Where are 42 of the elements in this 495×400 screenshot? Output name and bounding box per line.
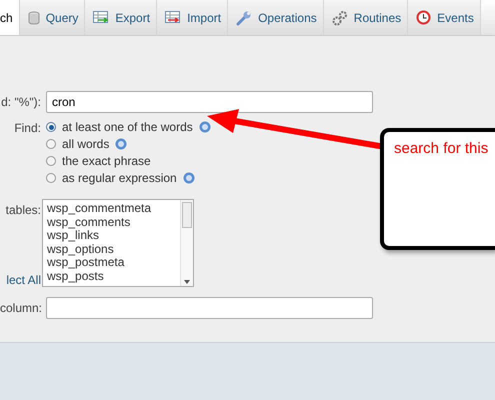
- tab[interactable]: Import: [157, 0, 228, 35]
- search-field[interactable]: cron: [46, 91, 373, 113]
- table-export-icon: [93, 11, 110, 24]
- clock-icon: [416, 10, 432, 25]
- option-label: at least one of the words: [62, 120, 193, 134]
- tab[interactable]: Events: [408, 0, 481, 35]
- tab[interactable]: ch: [0, 0, 20, 35]
- list-item[interactable]: wsp_postmeta: [47, 256, 176, 270]
- wrench-icon: [236, 10, 252, 26]
- scrollbar[interactable]: [180, 200, 193, 286]
- table-listbox[interactable]: wsp_commentmeta wsp_comments wsp_links wsp_options wsp_postmeta wsp_posts: [42, 199, 194, 287]
- list-item[interactable]: wsp_commentmeta: [47, 202, 176, 216]
- radio-button[interactable]: [46, 139, 56, 149]
- field-label: tables:: [6, 202, 41, 217]
- tab[interactable]: Export: [85, 0, 158, 35]
- tab[interactable]: Operations: [228, 0, 324, 35]
- option-label: all words: [62, 137, 110, 151]
- radio-button[interactable]: [46, 173, 56, 183]
- gears-icon: [332, 10, 348, 26]
- field-label: column:: [0, 300, 41, 315]
- list-item[interactable]: wsp_options: [47, 242, 176, 256]
- scrollbar-thumb[interactable]: [182, 202, 192, 228]
- list-item[interactable]: wsp_posts: [47, 270, 176, 283]
- callout-text: search for this: [394, 140, 488, 157]
- scroll-down-icon[interactable]: [184, 280, 190, 284]
- option-label: the exact phrase: [62, 154, 151, 168]
- help-icon[interactable]: [198, 121, 211, 133]
- column-field[interactable]: [46, 297, 373, 319]
- database-icon: [28, 10, 40, 24]
- select-all-link[interactable]: lect All: [6, 273, 41, 287]
- list-item[interactable]: wsp_comments: [47, 216, 176, 229]
- field-label: d: "%"):: [0, 94, 41, 109]
- help-icon[interactable]: [182, 172, 195, 184]
- radio-button[interactable]: [46, 122, 56, 132]
- list-item[interactable]: wsp_links: [47, 229, 176, 242]
- field-label: Find:: [13, 120, 41, 135]
- tab[interactable]: Query: [20, 0, 86, 35]
- help-icon[interactable]: [115, 138, 128, 150]
- option-label: as regular expression: [62, 171, 177, 185]
- table-import-icon: [165, 11, 182, 24]
- tab[interactable]: Routines: [324, 0, 408, 35]
- radio-button[interactable]: [46, 156, 56, 166]
